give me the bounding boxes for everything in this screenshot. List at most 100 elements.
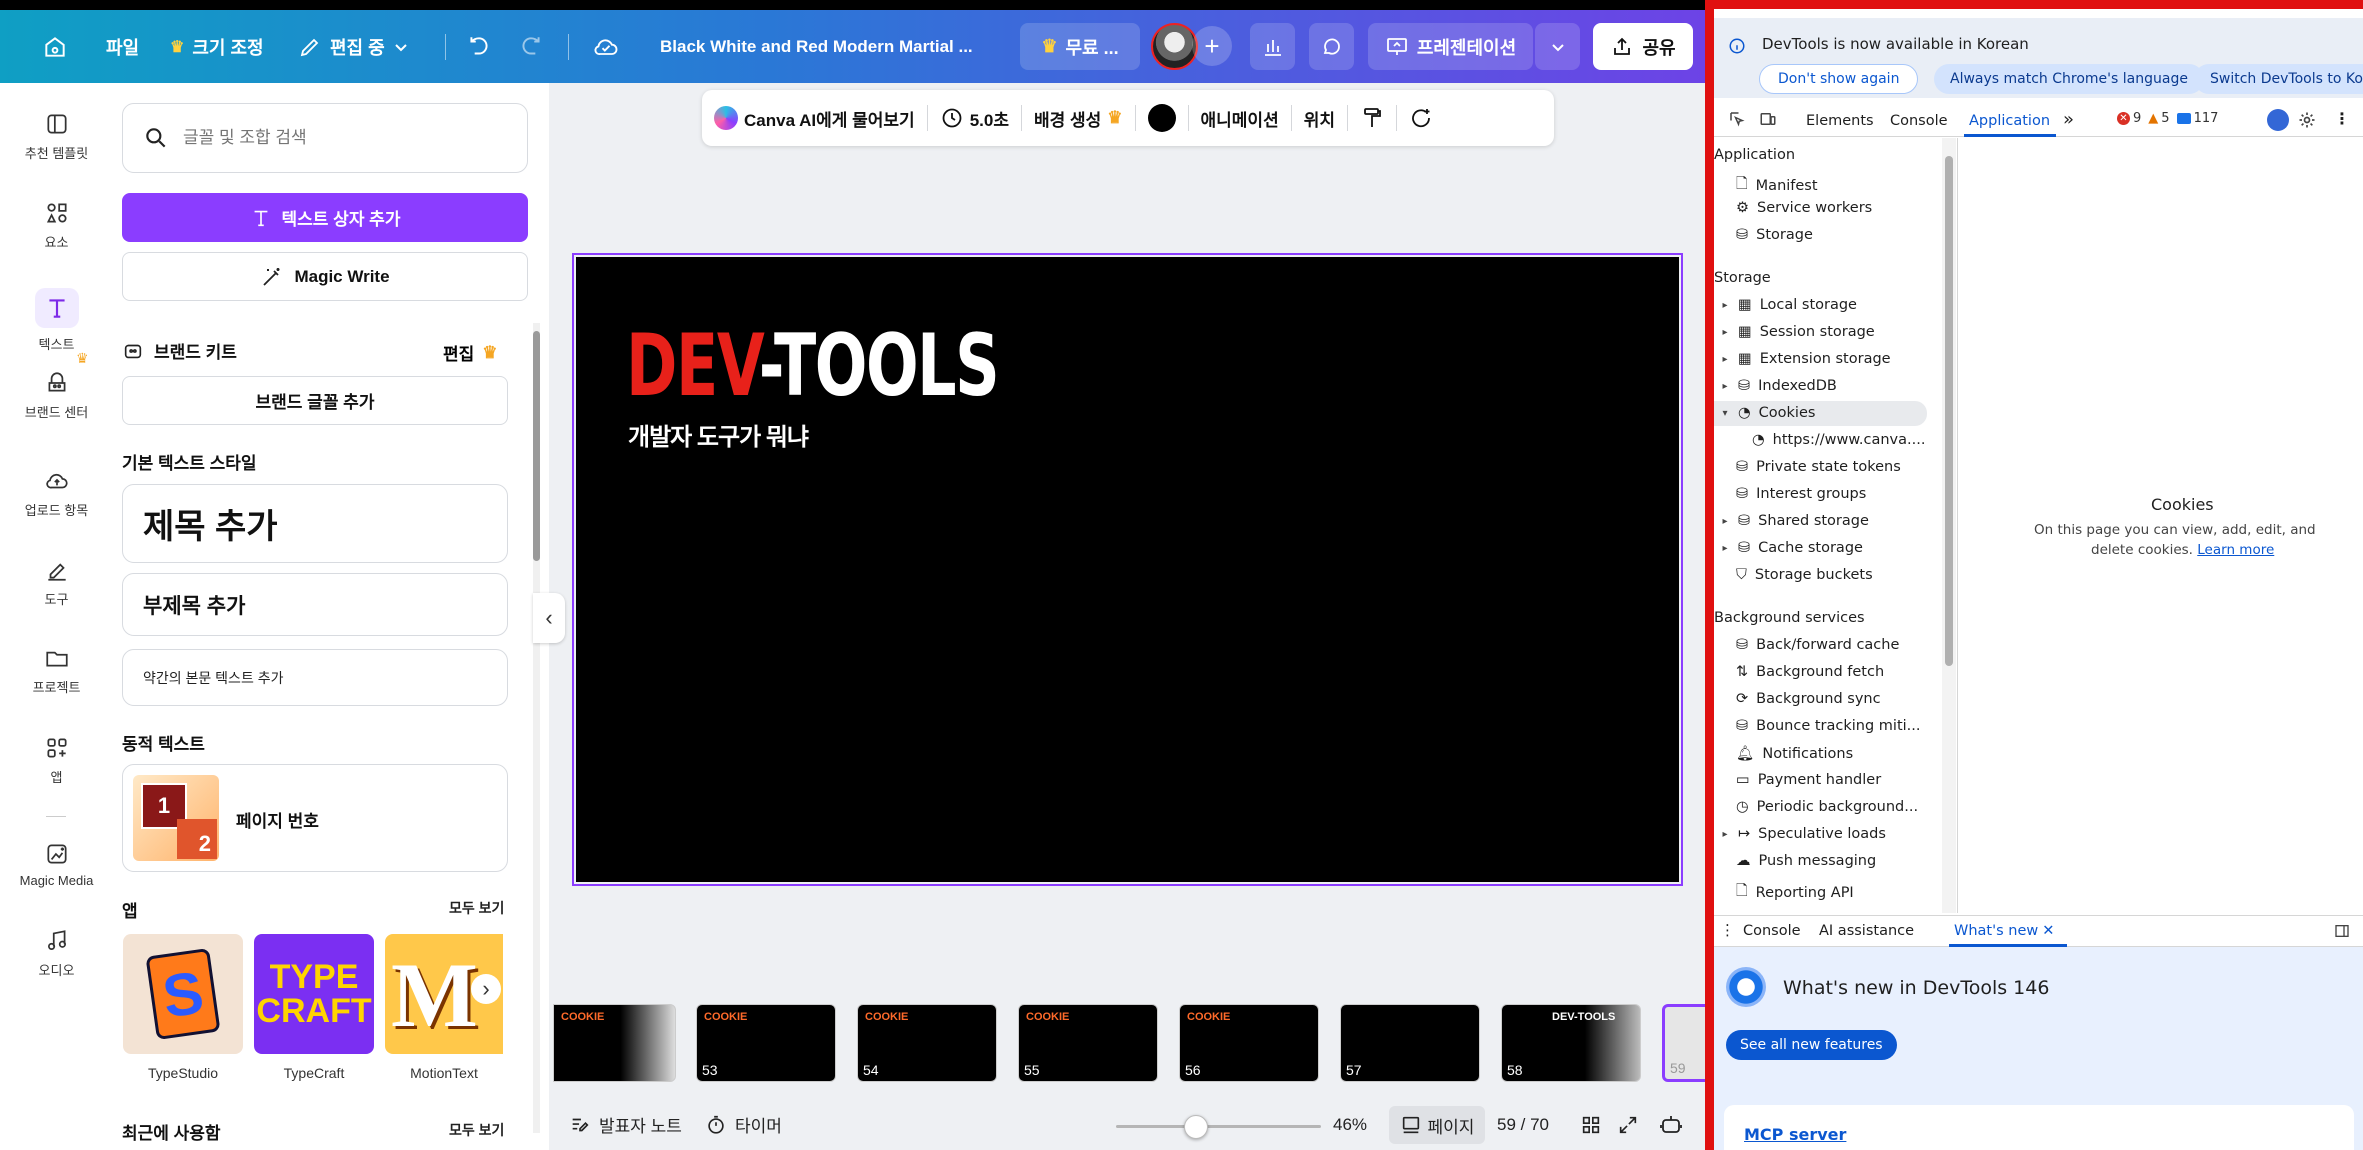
mcp-server-link[interactable]: MCP server (1744, 1125, 1846, 1144)
switch-language-button[interactable]: Switch DevTools to Kor (2194, 64, 2363, 94)
tree-item[interactable]: ▸ ▦ Session storage (1720, 324, 1874, 340)
magic-write-button[interactable]: Magic Write (122, 252, 528, 301)
search-box[interactable] (122, 103, 528, 173)
background-generate-button[interactable]: 배경 생성 ♛ (1022, 106, 1135, 131)
rail-item-draw[interactable]: 도구 (0, 557, 113, 608)
close-icon[interactable]: ✕ (2042, 923, 2054, 939)
present-button[interactable]: 프레젠테이션 (1368, 23, 1533, 70)
match-language-button[interactable]: Always match Chrome's language (1934, 64, 2204, 94)
add-body-text-button[interactable]: 약간의 본문 텍스트 추가 (122, 649, 508, 706)
panel-scrollbar-thumb[interactable] (533, 331, 540, 561)
tree-item[interactable]: 🗋 Manifest (1736, 173, 1818, 198)
comments-button[interactable] (1309, 23, 1354, 70)
fullscreen-button[interactable] (1617, 1114, 1639, 1136)
tree-item[interactable]: ◷ Periodic background... (1736, 799, 1918, 815)
tree-item[interactable]: 🗋 Reporting API (1736, 880, 1854, 905)
collapse-panel-button[interactable]: ‹ (533, 593, 565, 643)
sidebar-scrollbar[interactable] (1942, 138, 1956, 913)
add-heading-button[interactable]: 제목 추가 (122, 484, 508, 563)
zoom-slider[interactable] (1116, 1115, 1321, 1139)
share-button[interactable]: 공유 (1593, 23, 1693, 70)
scroll-right-button[interactable]: › (471, 974, 501, 1004)
rail-item-apps[interactable]: 앱 (0, 735, 113, 786)
tab-application[interactable]: Application (1969, 113, 2050, 129)
dock-side-button[interactable] (2334, 923, 2350, 939)
page-number-card[interactable]: 1 2 페이지 번호 (122, 764, 508, 872)
rail-item-projects[interactable]: 프로젝트 (0, 645, 113, 696)
home-button[interactable] (42, 10, 68, 83)
resize-menu[interactable]: ♛ 크기 조정 (170, 10, 264, 83)
cloud-save-status[interactable] (592, 10, 620, 83)
sidebar-scrollbar-thumb[interactable] (1945, 156, 1953, 666)
tree-item[interactable]: 🔔︎ Notifications (1736, 745, 1853, 763)
tree-item[interactable]: ▸ ⛁ Shared storage (1720, 513, 1868, 529)
settings-button[interactable] (2297, 110, 2317, 130)
more-options-button[interactable]: ⋮ (2334, 109, 2350, 128)
zoom-slider-thumb[interactable] (1184, 1115, 1208, 1139)
tree-item[interactable]: ⛉ Storage buckets (1736, 567, 1873, 583)
tree-item[interactable]: ⛁ Back/forward cache (1736, 637, 1899, 653)
device-toolbar-button[interactable] (1758, 110, 1778, 128)
avatar[interactable] (1151, 23, 1198, 70)
slide-subtitle[interactable]: 개발자 도구가 뭐냐 (628, 417, 809, 452)
free-trial-button[interactable]: ♛ 무료 ... (1020, 23, 1140, 70)
redo-button[interactable] (518, 10, 544, 83)
tree-item[interactable]: ⛁ Bounce tracking miti... (1736, 718, 1921, 734)
tree-item[interactable]: ▸ ⛁ IndexedDB (1720, 378, 1836, 394)
tree-item[interactable]: ▸ ▦ Local storage (1720, 297, 1857, 313)
document-title[interactable]: Black White and Red Modern Martial ... (660, 10, 973, 83)
drawer-tab-console[interactable]: Console (1743, 923, 1801, 939)
editing-mode-menu[interactable]: 편집 중 (298, 10, 409, 83)
more-tabs-button[interactable]: » (2063, 109, 2074, 130)
copy-style-button[interactable] (1348, 106, 1396, 130)
tree-item[interactable]: ⛁ Private state tokens (1736, 459, 1901, 475)
add-collaborator-button[interactable]: + (1192, 26, 1232, 66)
duration-button[interactable]: 5.0초 (928, 106, 1021, 131)
app-tile-typestudio[interactable]: S (123, 934, 243, 1054)
position-button[interactable]: 위치 (1292, 106, 1347, 131)
rail-item-uploads[interactable]: 업로드 항목 (0, 468, 113, 519)
slide-canvas[interactable]: DEV-TOOLS 개발자 도구가 뭐냐 (572, 253, 1683, 886)
rail-item-elements[interactable]: 요소 (0, 200, 113, 251)
apps-see-all-link[interactable]: 모두 보기 (449, 898, 504, 918)
speaker-notes-button[interactable]: 발표자 노트 (569, 1112, 682, 1137)
undo-button[interactable] (466, 10, 492, 83)
tree-item[interactable]: ▸ ▦ Extension storage (1720, 351, 1890, 367)
app-tile-motiontext[interactable]: M › (385, 934, 503, 1054)
tree-item[interactable]: ☁ Push messaging (1736, 853, 1876, 869)
assistant-button[interactable] (1659, 1113, 1683, 1137)
background-color-button[interactable] (1136, 104, 1188, 132)
rail-item-text[interactable]: 텍스트 (0, 288, 113, 353)
add-brand-font-button[interactable]: 브랜드 글꼴 추가 (122, 376, 508, 425)
pages-view-button[interactable]: 페이지 (1389, 1106, 1485, 1144)
present-options-button[interactable] (1535, 23, 1580, 70)
app-tile-typecraft[interactable]: TYPE CRAFT (254, 934, 374, 1054)
rail-item-templates[interactable]: 추천 템플릿 (0, 111, 113, 162)
drawer-tab-ai-assistance[interactable]: AI assistance (1819, 923, 1914, 939)
slide-title[interactable]: DEV-TOOLS (626, 323, 1000, 409)
rail-item-brand[interactable]: ♛ 브랜드 센터 (0, 350, 113, 421)
rail-item-magic-media[interactable]: Magic Media (0, 841, 113, 888)
recent-see-all-link[interactable]: 모두 보기 (449, 1120, 504, 1140)
insights-button[interactable] (1250, 23, 1295, 70)
dont-show-again-button[interactable]: Don't show again (1759, 64, 1919, 94)
inspect-element-button[interactable] (1728, 110, 1746, 128)
learn-more-link[interactable]: Learn more (2197, 542, 2274, 558)
animation-button[interactable]: 애니메이션 (1189, 106, 1291, 131)
add-textbox-button[interactable]: 텍스트 상자 추가 (122, 193, 528, 242)
zoom-level[interactable]: 46% (1333, 1115, 1367, 1135)
see-all-features-button[interactable]: See all new features (1726, 1030, 1897, 1060)
tree-item[interactable]: ⟳ Background sync (1736, 691, 1881, 707)
tree-item[interactable]: ⚙ Service workers (1736, 200, 1872, 216)
timer-button[interactable]: 타이머 (705, 1112, 782, 1137)
issue-counters[interactable]: ✕ 9 ▲ 5 117 (2117, 111, 2218, 126)
file-menu[interactable]: 파일 (106, 10, 139, 83)
drawer-menu-button[interactable]: ⋮ (1720, 921, 1735, 939)
tab-elements[interactable]: Elements (1806, 113, 1874, 129)
mcp-server-card[interactable]: MCP server (1724, 1105, 2354, 1150)
tree-item[interactable]: ▭ Payment handler (1736, 772, 1881, 788)
tree-item-cookie-origin[interactable]: ◔ https://www.canva.... (1752, 432, 1925, 448)
drawer-tab-whats-new[interactable]: What's new ✕ (1954, 923, 2054, 939)
ask-canva-ai-button[interactable]: Canva AI에게 물어보기 (702, 106, 927, 131)
tab-console[interactable]: Console (1890, 113, 1948, 129)
